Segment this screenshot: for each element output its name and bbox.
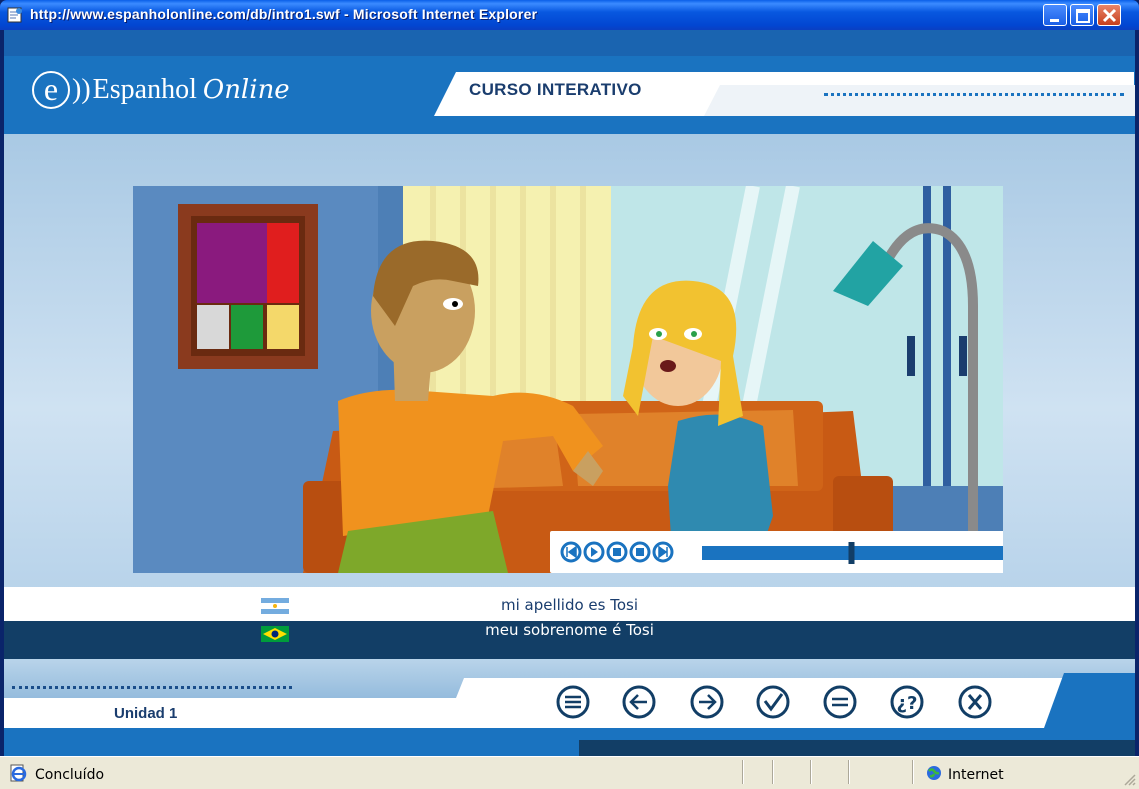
scene-illustration — [133, 186, 1003, 573]
logo-word-espanhol: Espanhol — [92, 74, 197, 105]
unit-label: Unidad 1 — [114, 705, 178, 722]
menu-button[interactable] — [555, 684, 591, 720]
title-bar[interactable]: http://www.espanholonline.com/db/intro1.… — [0, 0, 1139, 30]
status-separator — [912, 760, 914, 784]
logo-word-online: Online — [202, 75, 290, 105]
previous-button[interactable] — [621, 684, 657, 720]
header-tab-shade — [704, 85, 1135, 116]
caption-portuguese: meu sobrenome é Tosi — [485, 621, 654, 639]
status-separator — [742, 760, 744, 784]
caption-spanish: mi apellido es Tosi — [500, 596, 639, 614]
exit-button[interactable] — [957, 684, 993, 720]
flash-content[interactable]: e )) Espanhol Online CURSO INTERATIVO mi… — [4, 30, 1135, 756]
minimize-icon — [1050, 19, 1059, 22]
header-dotted-line — [824, 93, 1124, 96]
status-separator — [848, 760, 850, 784]
player-rewind-button[interactable] — [560, 541, 582, 563]
maximize-button[interactable] — [1070, 4, 1094, 26]
globe-icon — [927, 766, 941, 780]
seek-thumb[interactable] — [848, 542, 855, 564]
maximize-icon — [1076, 9, 1090, 23]
player-pause-button[interactable] — [606, 541, 628, 563]
browser-window: http://www.espanholonline.com/db/intro1.… — [0, 0, 1139, 789]
ie-page-icon — [7, 7, 22, 23]
footer-bottom-strip-dark — [579, 740, 1135, 756]
help-button[interactable]: ¿? — [889, 684, 925, 720]
ie-page-icon — [10, 764, 27, 782]
next-button[interactable] — [689, 684, 725, 720]
player-forward-button[interactable] — [652, 541, 674, 563]
header-top-strip — [4, 30, 1135, 56]
minimize-button[interactable] — [1043, 4, 1067, 26]
svg-text:¿?: ¿? — [897, 693, 918, 714]
player-stop-button[interactable] — [629, 541, 651, 563]
check-button[interactable] — [755, 684, 791, 720]
text-button[interactable] — [822, 684, 858, 720]
course-title: CURSO INTERATIVO — [469, 80, 642, 99]
close-icon — [1102, 8, 1117, 23]
player-controls[interactable] — [550, 531, 1003, 573]
logo-e-circle: e — [32, 71, 70, 109]
player-play-button[interactable] — [583, 541, 605, 563]
window-title: http://www.espanholonline.com/db/intro1.… — [30, 6, 538, 22]
status-separator — [810, 760, 812, 784]
resize-grip-icon[interactable] — [1122, 772, 1136, 786]
espanhol-online-logo: e )) Espanhol Online — [32, 70, 290, 110]
security-zone: Internet — [948, 767, 1004, 783]
logo-waves: )) — [72, 74, 91, 105]
close-button[interactable] — [1097, 4, 1121, 26]
status-text: Concluído — [35, 767, 105, 783]
status-separator — [772, 760, 774, 784]
footer-dotted-line — [12, 686, 292, 689]
